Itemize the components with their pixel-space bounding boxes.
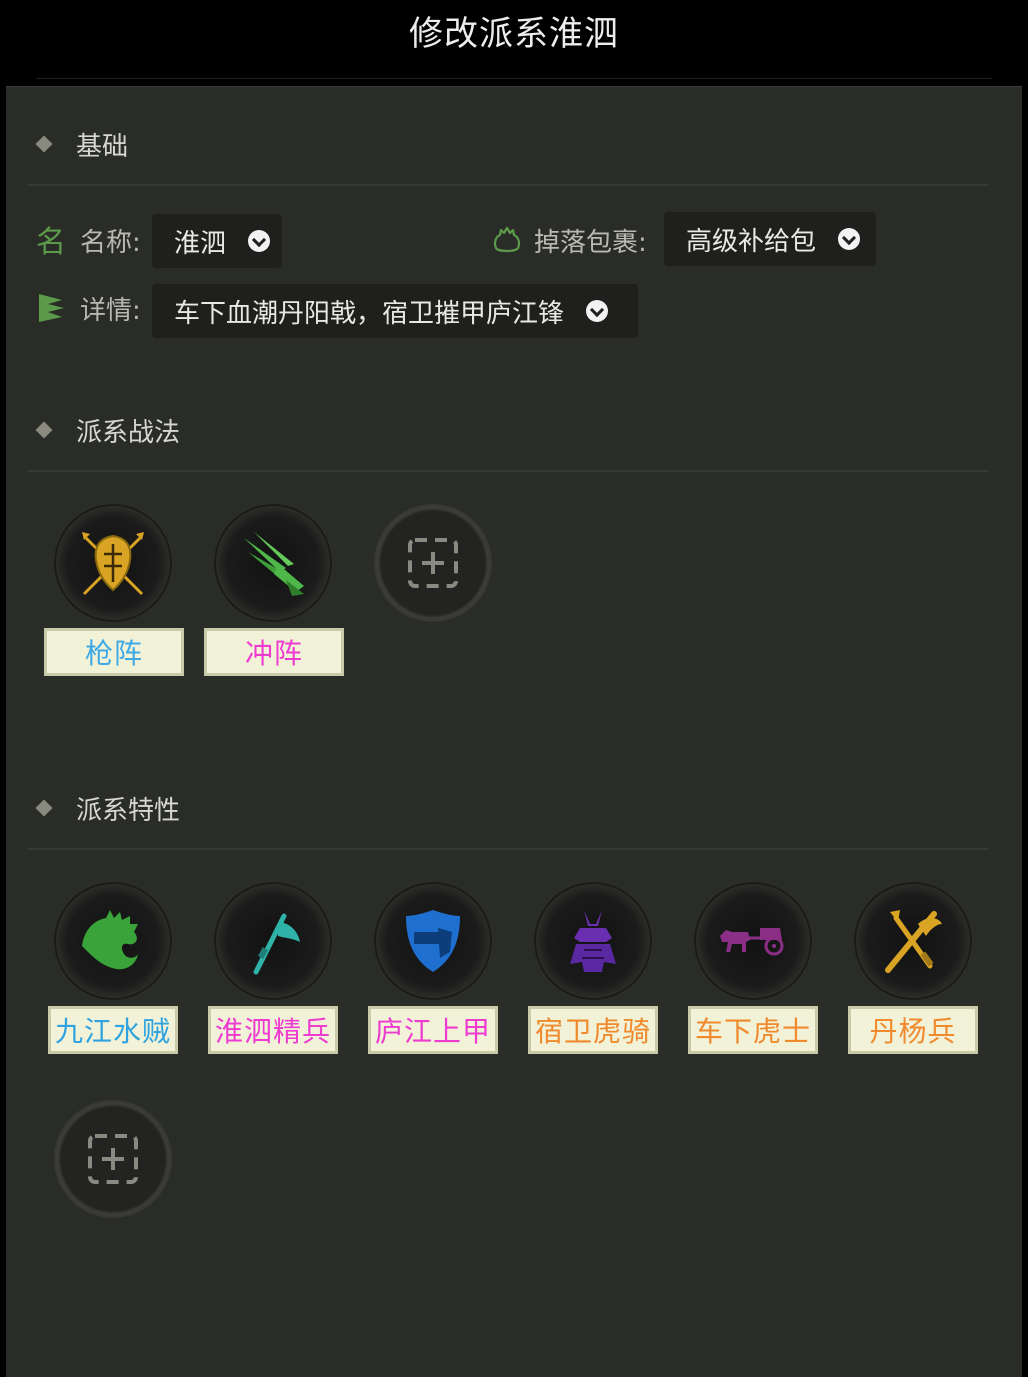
trait-tag-6[interactable]: 丹杨兵 [848,1006,978,1054]
tactic-slot-1[interactable] [54,504,172,622]
tactic-slot-2[interactable] [214,504,332,622]
wave-crest-icon [82,910,138,970]
chevron-down-icon [838,228,861,250]
detail-value: 车下血潮丹阳戟，宿卫摧甲庐江锋 [174,298,565,329]
section-traits-divider [28,848,988,850]
tactic-name-2: 冲阵 [244,637,303,670]
detail-label: 详情: [80,296,141,326]
title-divider [36,78,992,79]
tactic-tag-2[interactable]: 冲阵 [204,628,344,676]
title-bar: 修改派系淮泗 [0,0,1028,84]
charge-feather-icon [244,532,304,596]
bag-icon [490,222,524,256]
section-tactics-label: 派系战法 [76,417,181,448]
drop-value: 高级补给包 [686,226,817,257]
drop-package-dropdown[interactable]: 高级补给包 [664,212,876,266]
section-basic-label: 基础 [76,131,129,162]
shield-spears-icon [82,532,144,596]
name-icon: 名 [36,225,66,260]
window-title: 修改派系淮泗 [409,14,619,54]
diamond-bullet-icon [35,135,53,153]
tomahawk-icon [253,913,300,975]
detail-dropdown[interactable]: 车下血潮丹阳戟，宿卫摧甲庐江锋 [152,284,638,338]
add-slot-icon [408,538,458,588]
trait-tag-4[interactable]: 宿卫虎骑 [528,1006,658,1054]
name-value: 淮泗 [174,228,227,259]
tactic-tag-1[interactable]: 枪阵 [44,628,184,676]
trait-name-1: 九江水贼 [54,1015,171,1048]
section-tactics: 派系战法 [34,410,994,450]
trait-tag-1[interactable]: 九江水贼 [48,1006,178,1054]
drop-label: 掉落包裹: [534,228,647,258]
trait-tag-5[interactable]: 车下虎士 [688,1006,818,1054]
section-basic-divider [28,184,988,186]
trait-slot-1[interactable] [54,882,172,1000]
horse-carriage-icon [720,928,784,956]
add-trait-button[interactable] [54,1100,172,1218]
diamond-bullet-icon [35,421,53,439]
section-traits: 派系特性 [34,788,994,828]
trait-name-6: 丹杨兵 [869,1015,957,1048]
name-label: 名称: [80,228,141,258]
trait-name-3: 庐江上甲 [374,1015,491,1048]
chevron-down-icon [248,230,271,252]
trait-name-4: 宿卫虎骑 [534,1015,651,1048]
add-tactic-button[interactable] [374,504,492,622]
trait-name-5: 车下虎士 [694,1015,811,1048]
trait-tag-2[interactable]: 淮泗精兵 [208,1006,338,1054]
add-slot-icon [88,1134,138,1184]
trait-tag-3[interactable]: 庐江上甲 [368,1006,498,1054]
samurai-armor-icon [570,910,616,972]
section-basic: 基础 [34,124,994,164]
trait-slot-5[interactable] [694,882,812,1000]
trait-slot-6[interactable] [854,882,972,1000]
tactic-name-1: 枪阵 [84,637,143,670]
chevron-down-icon [586,300,609,322]
crossed-axe-icon [885,910,942,973]
trait-slot-4[interactable] [534,882,652,1000]
section-traits-label: 派系特性 [76,795,181,826]
armored-shield-icon [406,910,460,972]
name-dropdown[interactable]: 淮泗 [152,214,282,268]
leaf-icon [34,290,68,324]
trait-slot-3[interactable] [374,882,492,1000]
section-tactics-divider [28,470,988,472]
trait-slot-2[interactable] [214,882,332,1000]
diamond-bullet-icon [35,799,53,817]
trait-name-2: 淮泗精兵 [214,1015,331,1048]
